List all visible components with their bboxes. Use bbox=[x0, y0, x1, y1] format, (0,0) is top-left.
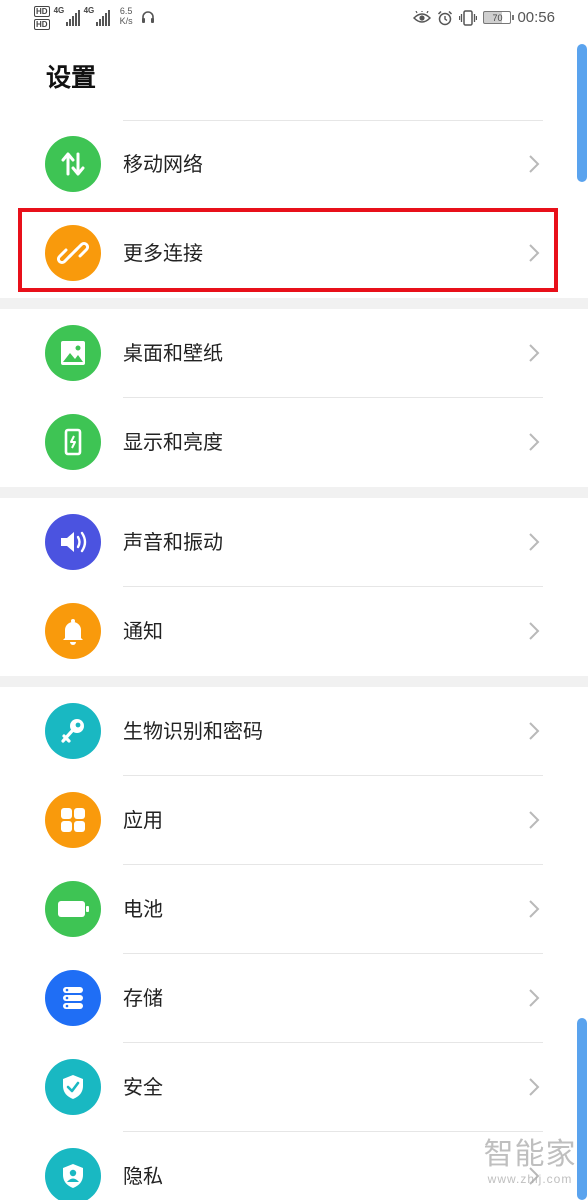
settings-item-sound-vibration[interactable]: 声音和振动 bbox=[0, 498, 588, 587]
apps-grid-icon bbox=[45, 792, 101, 848]
shield-check-icon bbox=[45, 1059, 101, 1115]
settings-item-mobile-network[interactable]: 移动网络 bbox=[0, 120, 588, 209]
settings-item-label: 显示和亮度 bbox=[123, 430, 223, 454]
chevron-right-icon bbox=[528, 154, 540, 178]
chevron-right-icon bbox=[528, 432, 540, 456]
settings-item-label: 更多连接 bbox=[123, 241, 203, 265]
settings-item-label: 移动网络 bbox=[123, 152, 203, 176]
signal-sim1-icon: 4G bbox=[54, 6, 80, 26]
battery-icon bbox=[45, 881, 101, 937]
battery-indicator: 70 bbox=[483, 11, 515, 24]
group-separator bbox=[0, 298, 588, 309]
hd-badge-2: HD bbox=[34, 19, 50, 30]
settings-item-wallpaper[interactable]: 桌面和壁纸 bbox=[0, 309, 588, 398]
wallpaper-icon bbox=[45, 325, 101, 381]
hd-badge-1: HD bbox=[34, 6, 50, 17]
chevron-right-icon bbox=[528, 343, 540, 367]
eye-comfort-icon bbox=[413, 10, 432, 25]
chevron-right-icon bbox=[528, 532, 540, 556]
chevron-right-icon bbox=[528, 243, 540, 267]
link-icon bbox=[45, 225, 101, 281]
signal-sim2-icon: 4G bbox=[84, 6, 110, 26]
status-time: 00:56 bbox=[517, 9, 555, 26]
group-separator bbox=[0, 487, 588, 498]
chevron-right-icon bbox=[528, 1077, 540, 1101]
settings-item-biometrics-password[interactable]: 生物识别和密码 bbox=[0, 687, 588, 776]
scroll-indicator-top[interactable] bbox=[577, 44, 587, 182]
watermark: 智能家 www.zhij.com bbox=[483, 1137, 577, 1187]
alarm-icon bbox=[437, 10, 453, 26]
chevron-right-icon bbox=[528, 899, 540, 923]
key-icon bbox=[45, 703, 101, 759]
chevron-right-icon bbox=[528, 621, 540, 645]
privacy-icon bbox=[45, 1148, 101, 1200]
settings-item-security[interactable]: 安全 bbox=[0, 1043, 588, 1132]
network-speed: 6.5 K/s bbox=[119, 6, 133, 26]
settings-item-label: 桌面和壁纸 bbox=[123, 341, 223, 365]
settings-screen: HD HD 4G 4G 6.5 K/s 70 00:56 设置 移动网络 更多连… bbox=[0, 0, 588, 1200]
settings-list: 移动网络 更多连接 桌面和壁纸 显示和亮度 声音和振动 通知 生物识别和密码 应… bbox=[0, 120, 588, 1200]
status-bar: HD HD 4G 4G 6.5 K/s 70 00:56 bbox=[0, 0, 588, 38]
settings-item-label: 通知 bbox=[123, 619, 163, 643]
bell-icon bbox=[45, 603, 101, 659]
vibrate-icon bbox=[459, 9, 478, 26]
settings-item-notifications[interactable]: 通知 bbox=[0, 587, 588, 676]
storage-icon bbox=[45, 970, 101, 1026]
settings-item-battery[interactable]: 电池 bbox=[0, 865, 588, 954]
settings-item-label: 生物识别和密码 bbox=[123, 719, 263, 743]
settings-item-storage[interactable]: 存储 bbox=[0, 954, 588, 1043]
settings-item-more-connections[interactable]: 更多连接 bbox=[0, 209, 588, 298]
display-brightness-icon bbox=[45, 414, 101, 470]
settings-item-label: 应用 bbox=[123, 808, 163, 832]
settings-item-label: 隐私 bbox=[123, 1164, 163, 1188]
speaker-icon bbox=[45, 514, 101, 570]
group-separator bbox=[0, 676, 588, 687]
chevron-right-icon bbox=[528, 721, 540, 745]
mobile-data-icon bbox=[45, 136, 101, 192]
settings-item-label: 声音和振动 bbox=[123, 530, 223, 554]
settings-item-label: 存储 bbox=[123, 986, 163, 1010]
settings-item-label: 安全 bbox=[123, 1075, 163, 1099]
settings-item-display-brightness[interactable]: 显示和亮度 bbox=[0, 398, 588, 487]
settings-item-label: 电池 bbox=[123, 897, 163, 921]
headphones-icon bbox=[141, 10, 155, 29]
page-title: 设置 bbox=[46, 63, 97, 92]
chevron-right-icon bbox=[528, 810, 540, 834]
settings-item-apps[interactable]: 应用 bbox=[0, 776, 588, 865]
chevron-right-icon bbox=[528, 988, 540, 1012]
